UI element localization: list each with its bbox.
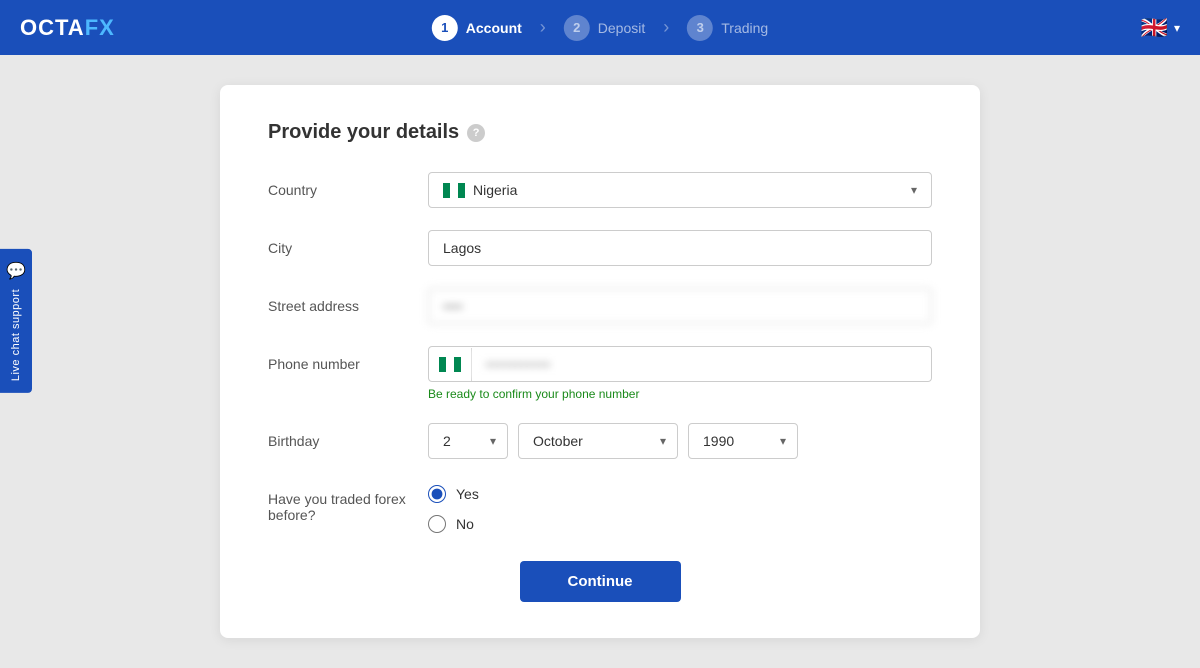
phone-input[interactable] [472,347,931,381]
birthday-month-select[interactable]: October [518,423,678,459]
street-row: Street address [268,288,932,324]
step-arrow-2: › [663,17,669,38]
step-2-number: 2 [564,15,590,41]
street-input[interactable] [428,288,932,324]
chat-bubble-icon: 💬 [6,261,26,281]
country-row: Country Nigeria ▾ [268,172,932,208]
step-3-label: Trading [721,20,768,36]
phone-flag[interactable] [429,348,472,381]
forex-yes-radio[interactable] [428,485,446,503]
phone-nigeria-flag-icon [439,357,461,372]
form-title: Provide your details ? [268,121,932,144]
logo: OCTAFX [20,15,115,41]
forex-yes-option[interactable]: Yes [428,485,932,503]
city-label: City [268,230,428,256]
forex-label: Have you traded forex before? [268,481,428,523]
help-icon[interactable]: ? [467,124,485,142]
steps-nav: 1 Account › 2 Deposit › 3 Trading [432,15,768,41]
forex-row: Have you traded forex before? Yes No [268,481,932,533]
street-label: Street address [268,288,428,314]
forex-radio-group: Yes No [428,481,932,533]
birthday-label: Birthday [268,423,428,449]
birthday-field: 2 ▾ October ▾ 1990 ▾ [428,423,932,459]
language-chevron-icon[interactable]: ▾ [1174,21,1180,35]
phone-input-wrapper [428,346,932,382]
nigeria-flag-icon [443,183,465,198]
birthday-day-select[interactable]: 2 [428,423,508,459]
birthday-selects: 2 ▾ October ▾ 1990 ▾ [428,423,932,459]
header-right: 🇬🇧 ▾ [1141,15,1180,41]
country-label: Country [268,172,428,198]
phone-field: Be ready to confirm your phone number [428,346,932,401]
birthday-day-wrapper: 2 ▾ [428,423,508,459]
step-1-label: Account [466,20,522,36]
step-1-account[interactable]: 1 Account [432,15,522,41]
country-chevron-icon: ▾ [911,183,917,197]
header: OCTAFX 1 Account › 2 Deposit › 3 Trading… [0,0,1200,55]
continue-button[interactable]: Continue [520,561,681,602]
phone-row: Phone number Be ready to confirm your ph… [268,346,932,401]
forex-no-option[interactable]: No [428,515,932,533]
forex-no-radio[interactable] [428,515,446,533]
main-content: Provide your details ? Country Nigeria ▾ [0,55,1200,668]
birthday-row: Birthday 2 ▾ October ▾ [268,423,932,459]
step-2-label: Deposit [598,20,645,36]
live-chat-widget[interactable]: 💬 Live chat support [0,249,32,393]
birthday-year-select[interactable]: 1990 [688,423,798,459]
step-2-deposit[interactable]: 2 Deposit [564,15,645,41]
step-arrow-1: › [540,17,546,38]
country-value: Nigeria [473,182,903,198]
city-row: City [268,230,932,266]
forex-yes-label: Yes [456,486,479,502]
live-chat-label: Live chat support [10,289,22,381]
forex-no-label: No [456,516,474,532]
country-select[interactable]: Nigeria ▾ [428,172,932,208]
language-flag-icon[interactable]: 🇬🇧 [1141,15,1168,41]
country-field: Nigeria ▾ [428,172,932,208]
forex-field: Yes No [428,481,932,533]
street-field [428,288,932,324]
step-1-number: 1 [432,15,458,41]
form-card: Provide your details ? Country Nigeria ▾ [220,85,980,638]
phone-hint: Be ready to confirm your phone number [428,387,932,401]
city-input[interactable] [428,230,932,266]
birthday-year-wrapper: 1990 ▾ [688,423,798,459]
step-3-trading[interactable]: 3 Trading [687,15,768,41]
phone-label: Phone number [268,346,428,372]
step-3-number: 3 [687,15,713,41]
city-field [428,230,932,266]
birthday-month-wrapper: October ▾ [518,423,678,459]
continue-btn-wrapper: Continue [268,561,932,602]
